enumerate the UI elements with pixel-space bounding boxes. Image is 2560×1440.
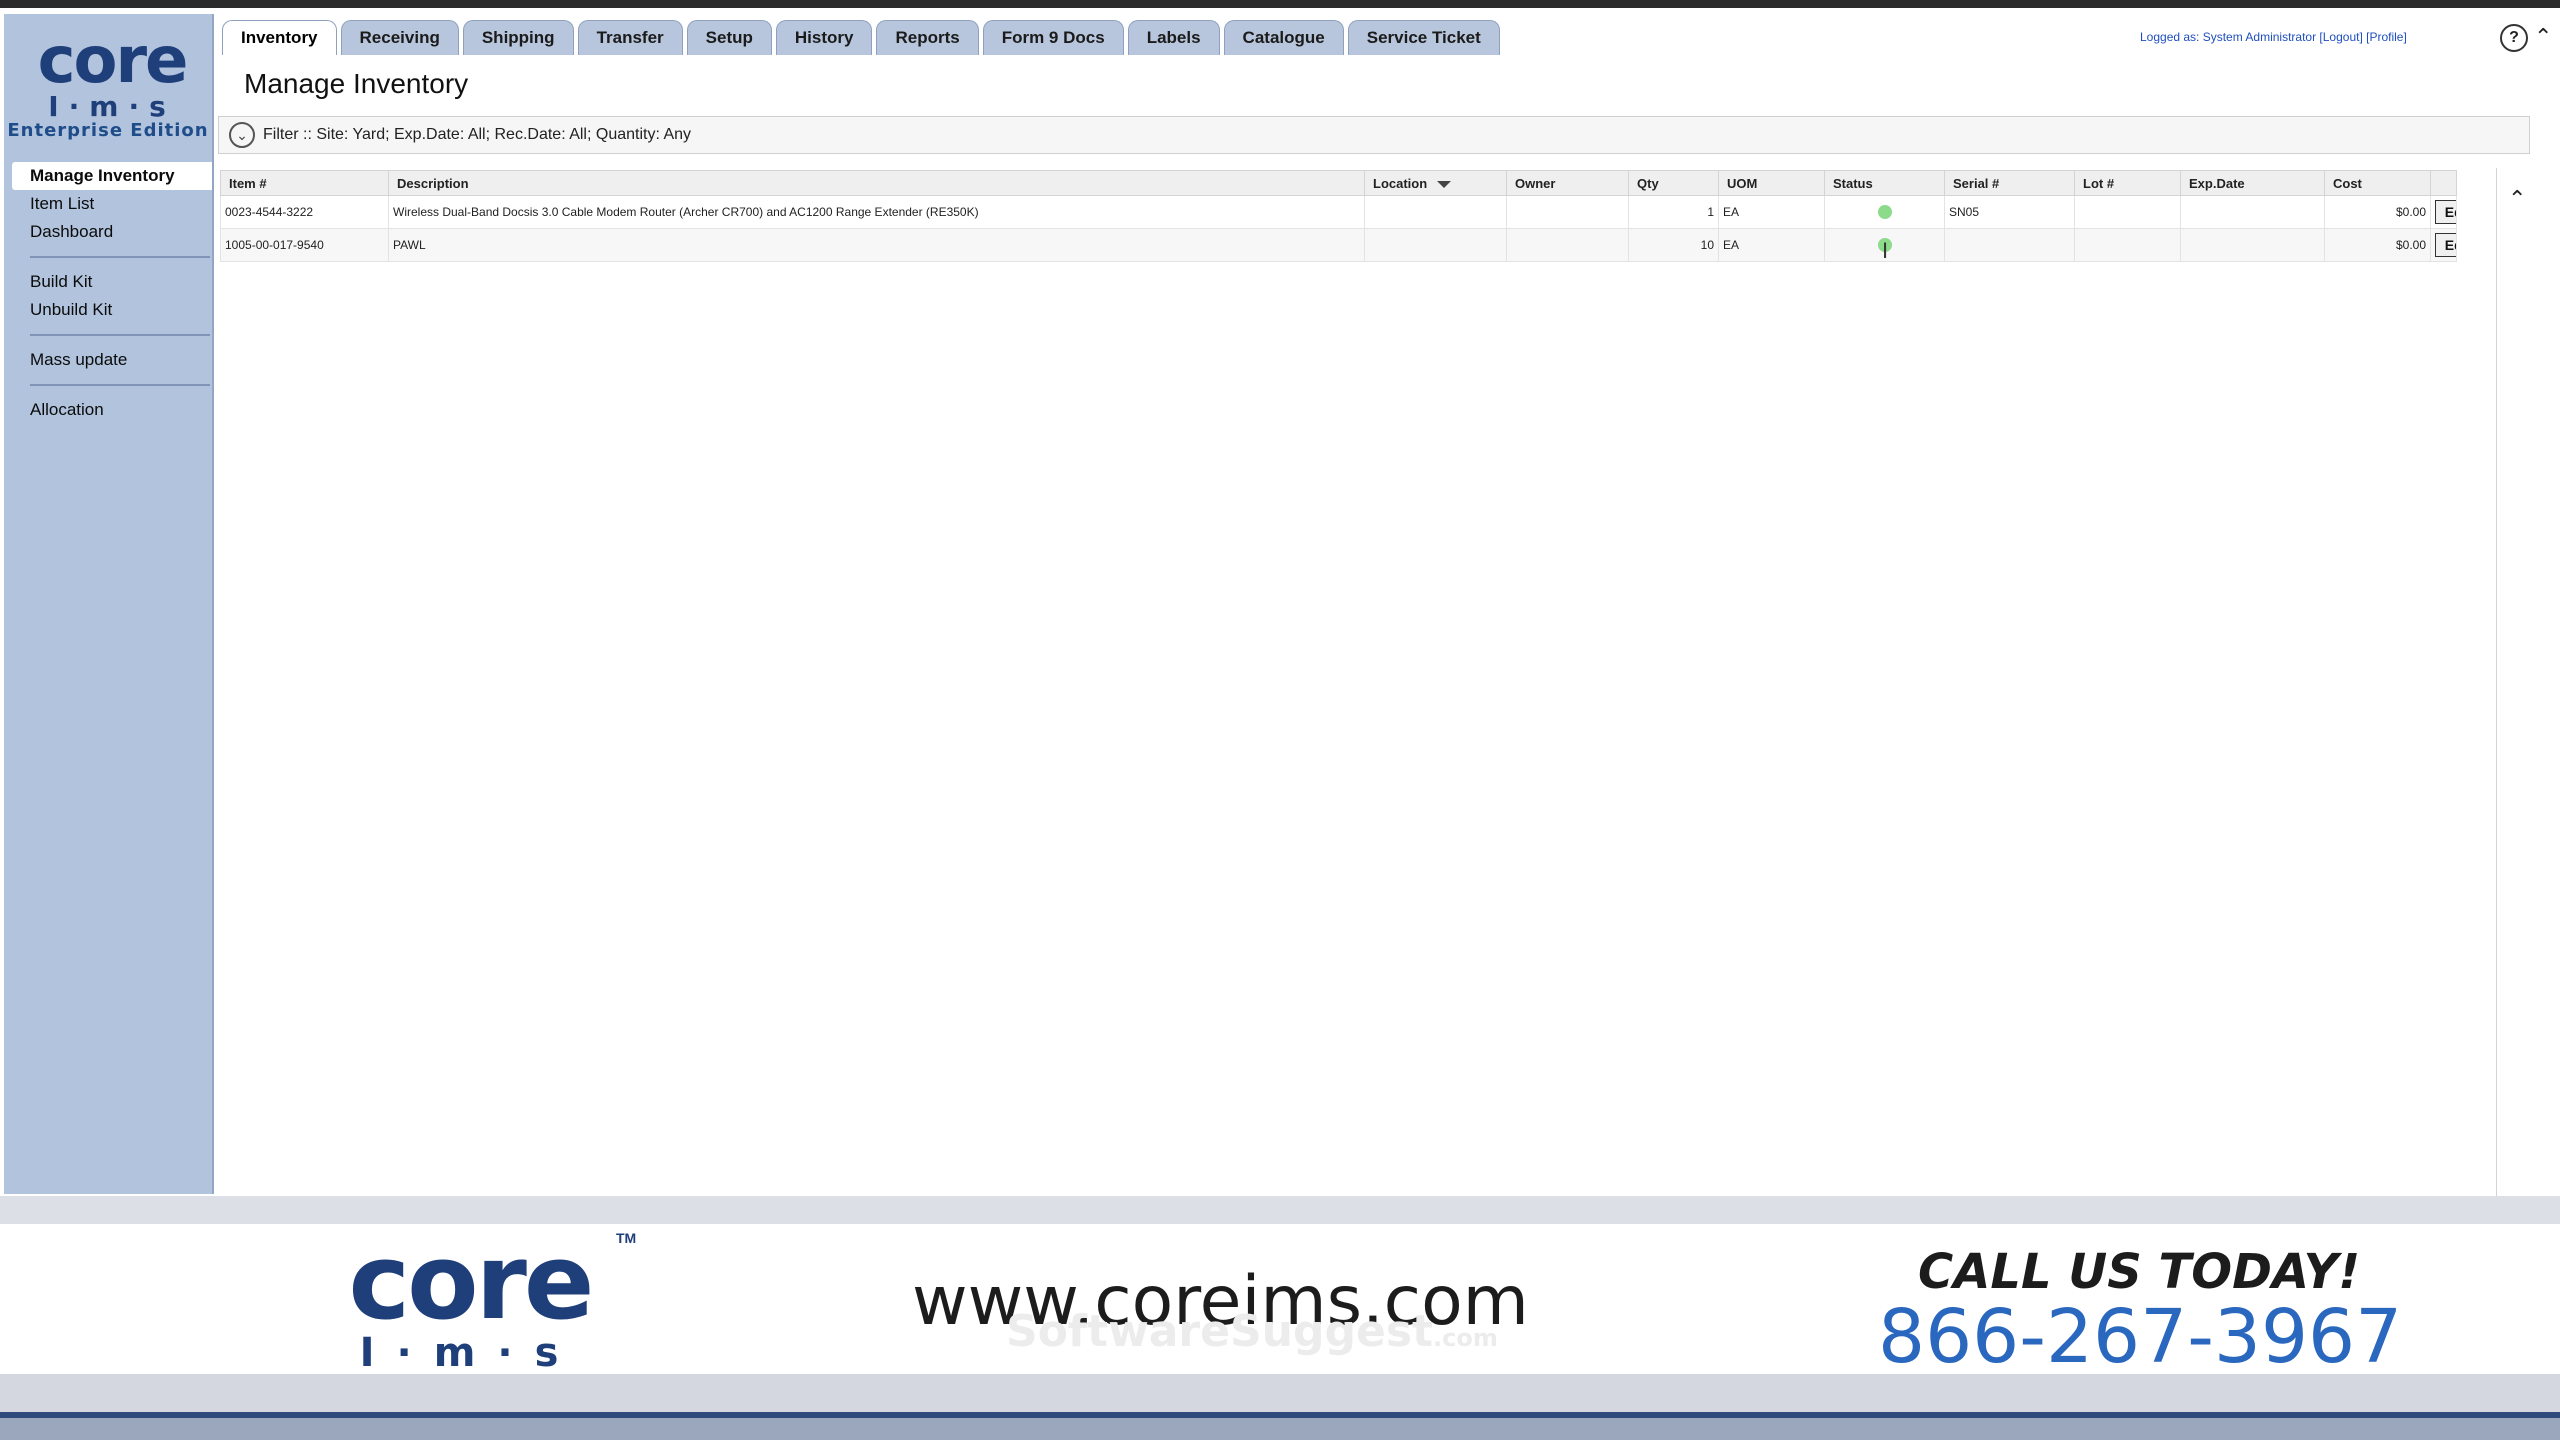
cell-exp-date [2180,195,2325,229]
cell-serial: SN05 [1944,195,2075,229]
logo-subtext: I·m·s [48,90,176,123]
tab-shipping[interactable]: Shipping [462,20,574,55]
tab-setup[interactable]: Setup [686,20,772,55]
main-tabs: Inventory Receiving Shipping Transfer Se… [222,20,1500,56]
tab-history[interactable]: History [775,20,873,55]
cell-lot [2074,228,2181,262]
cell-location [1364,228,1507,262]
sidebar-menu: Manage Inventory Item List Dashboard Bui… [4,162,212,424]
table-row[interactable]: 0023-4544-3222 Wireless Dual-Band Docsis… [220,195,2457,229]
column-header-cost[interactable]: Cost [2324,170,2431,196]
tab-catalogue[interactable]: Catalogue [1223,20,1344,55]
cell-lot [2074,195,2181,229]
watermark-suffix: .com [1433,1324,1498,1352]
sidebar-item-dashboard[interactable]: Dashboard [4,218,212,246]
column-header-exp-date[interactable]: Exp.Date [2180,170,2325,196]
cell-status [1824,195,1945,229]
cell-serial [1944,228,2075,262]
call-to-action: CALL US TODAY! [1918,1244,2361,1300]
column-header-lot[interactable]: Lot # [2074,170,2181,196]
collapse-header-icon[interactable]: ⌃ [2534,24,2552,50]
tab-inventory[interactable]: Inventory [222,20,337,55]
edition-label: Enterprise Edition [7,120,209,141]
column-header-location[interactable]: Location [1364,170,1507,196]
cell-location [1364,195,1507,229]
banner-logo: core I·m·s [300,1221,640,1376]
filter-bar[interactable]: ⌄ Filter :: Site: Yard; Exp.Date: All; R… [218,116,2530,154]
text-cursor-icon: I [1882,238,1889,263]
column-header-serial[interactable]: Serial # [1944,170,2075,196]
tab-service-ticket[interactable]: Service Ticket [1347,20,1500,55]
cell-qty: 1 [1628,195,1719,229]
sidebar-item-item-list[interactable]: Item List [4,190,212,218]
filter-text: Filter :: Site: Yard; Exp.Date: All; Rec… [263,126,692,143]
page-title: Manage Inventory [244,68,469,99]
help-icon[interactable]: ? [2500,24,2528,52]
cell-owner [1506,228,1629,262]
tab-form-9-docs[interactable]: Form 9 Docs [982,20,1124,55]
main-content: Manage Inventory ⌄ Filter :: Site: Yard;… [214,56,2530,1196]
table-header-row: Item # Description Location Owner Qty UO… [220,170,2457,196]
promo-banner: core I·m·s TM www.coreims.com SoftwareSu… [0,1221,2560,1380]
cell-action: Edit [2430,195,2457,229]
column-header-status[interactable]: Status [1824,170,1945,196]
cell-uom: EA [1718,228,1825,262]
sidebar-item-build-kit[interactable]: Build Kit [4,268,212,296]
vertical-scrollbar[interactable] [2496,168,2513,1196]
sidebar-item-allocation[interactable]: Allocation [4,396,212,424]
cell-item: 0023-4544-3222 [220,195,389,229]
login-status[interactable]: Logged as: System Administrator [Logout]… [2140,30,2407,44]
column-header-actions [2430,170,2457,196]
table-row[interactable]: 1005-00-017-9540 PAWL 10 EA $0.00 Edit [220,228,2457,262]
edit-button[interactable]: Edit [2435,200,2456,224]
logo-word: core [37,24,189,98]
sidebar: core I·m·s Enterprise Edition Manage Inv… [4,14,214,1194]
sidebar-divider [30,384,210,386]
phone-number: 866-267-3967 [1878,1294,2403,1380]
top-bar [0,0,2560,8]
watermark-text: SoftwareSuggest [1006,1306,1434,1357]
trademark-mark: TM [616,1230,637,1246]
banner-logo-subtext: I·m·s [359,1330,581,1376]
sidebar-divider [30,334,210,336]
cell-description: PAWL [388,228,1365,262]
tab-labels[interactable]: Labels [1127,20,1220,55]
column-header-description[interactable]: Description [388,170,1365,196]
watermark: SoftwareSuggest.com [1006,1306,1498,1357]
cell-qty: 10 [1628,228,1719,262]
sidebar-item-manage-inventory[interactable]: Manage Inventory [12,162,212,190]
cell-owner [1506,195,1629,229]
tab-reports[interactable]: Reports [876,20,979,55]
cell-uom: EA [1718,195,1825,229]
column-header-item[interactable]: Item # [220,170,389,196]
app-bottom-bar [0,1196,2560,1224]
scroll-up-icon[interactable]: ⌃ [2508,186,2526,212]
sidebar-divider [30,256,210,258]
status-indicator-icon [1877,205,1892,219]
inventory-table: Item # Description Location Owner Qty UO… [220,170,2457,262]
cell-description: Wireless Dual-Band Docsis 3.0 Cable Mode… [388,195,1365,229]
column-header-qty[interactable]: Qty [1628,170,1719,196]
cell-item: 1005-00-017-9540 [220,228,389,262]
cell-cost: $0.00 [2324,195,2431,229]
sidebar-item-mass-update[interactable]: Mass update [4,346,212,374]
banner-logo-word: core [348,1221,595,1343]
column-header-location-label: Location [1373,175,1428,191]
cell-cost: $0.00 [2324,228,2431,262]
footer-strip [0,1374,2560,1414]
sidebar-item-unbuild-kit[interactable]: Unbuild Kit [4,296,212,324]
filter-toggle-icon[interactable]: ⌄ [229,122,255,148]
tab-transfer[interactable]: Transfer [577,20,683,55]
cell-action: Edit [2430,228,2457,262]
tab-receiving[interactable]: Receiving [340,20,459,55]
edit-button[interactable]: Edit [2435,233,2456,257]
sort-desc-icon[interactable] [1436,180,1451,188]
footer-strip-bottom [0,1418,2560,1440]
column-header-uom[interactable]: UOM [1718,170,1825,196]
column-header-owner[interactable]: Owner [1506,170,1629,196]
cell-exp-date [2180,228,2325,262]
